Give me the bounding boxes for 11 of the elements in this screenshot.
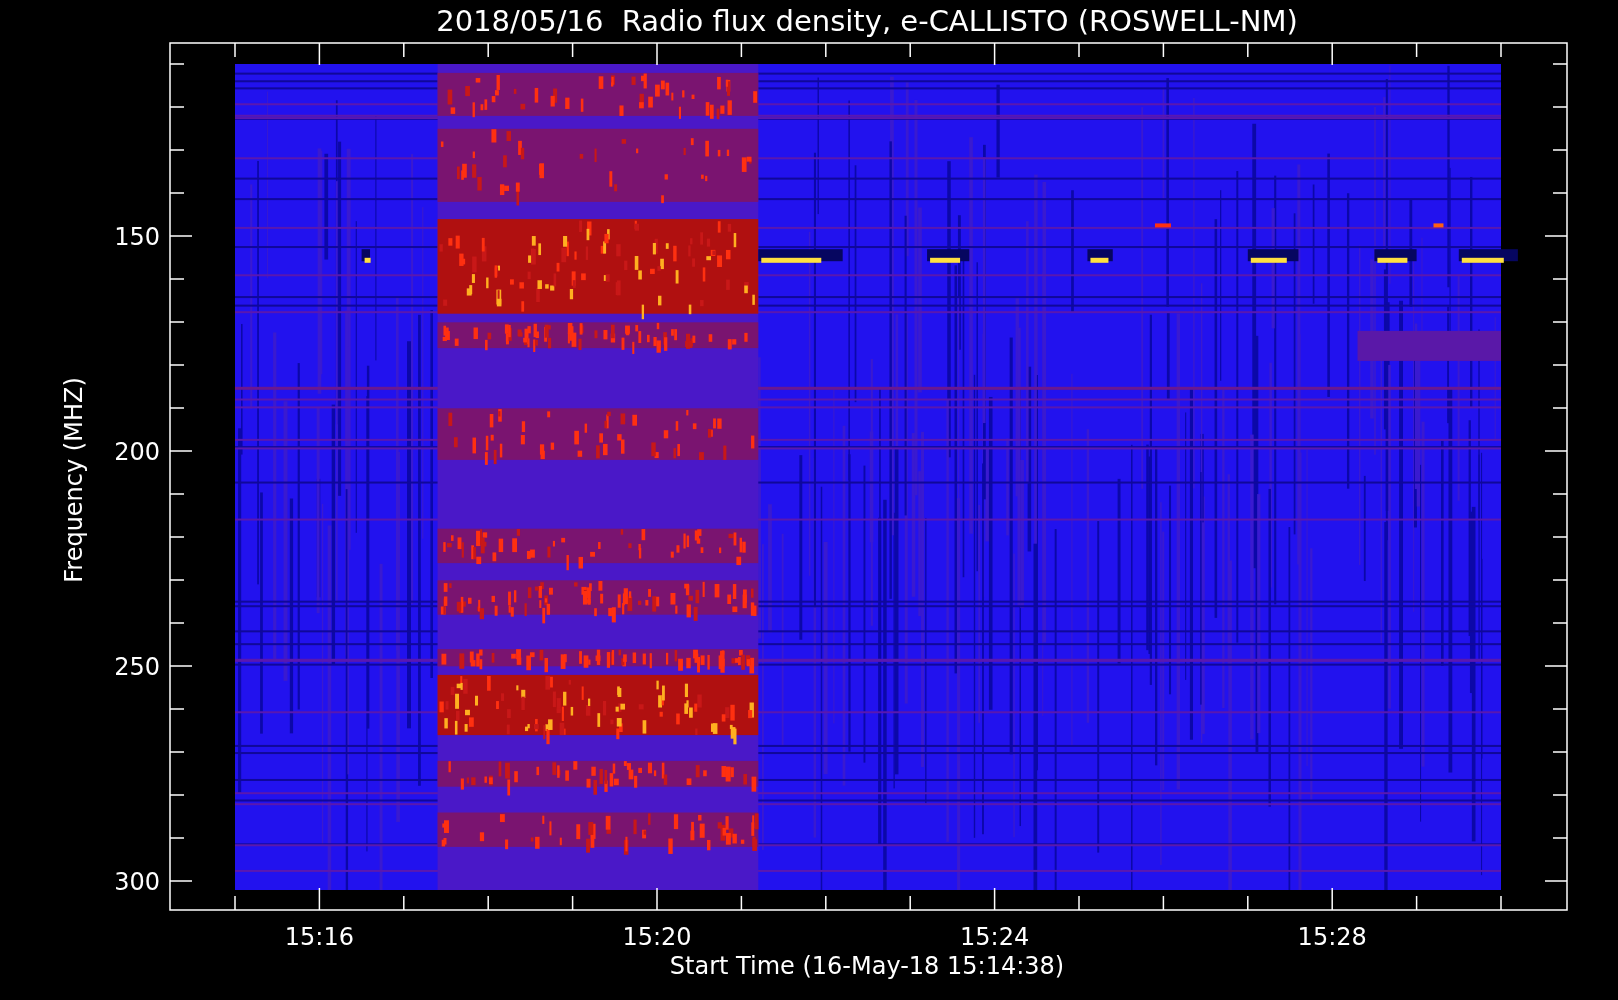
x-axis-label: Start Time (16-May-18 15:14:38)	[669, 952, 1065, 980]
axis-tick-label: 15:16	[284, 923, 354, 951]
axis-tick-label: 150	[114, 223, 160, 252]
chart-title: 2018/05/16 Radio flux density, e-CALLISTO (ROSWELL-NM)	[436, 4, 1298, 38]
axis-tick-label: 15:20	[622, 923, 692, 951]
axis-tick-label: 15:28	[1297, 923, 1367, 951]
axis-tick-label: 15:24	[960, 923, 1030, 951]
y-axis-label: Frequency (MHZ)	[60, 377, 88, 583]
axis-tick-label: 300	[114, 868, 160, 897]
axis-tick-label: 200	[114, 438, 160, 467]
axis-tick-label: 250	[114, 653, 160, 682]
